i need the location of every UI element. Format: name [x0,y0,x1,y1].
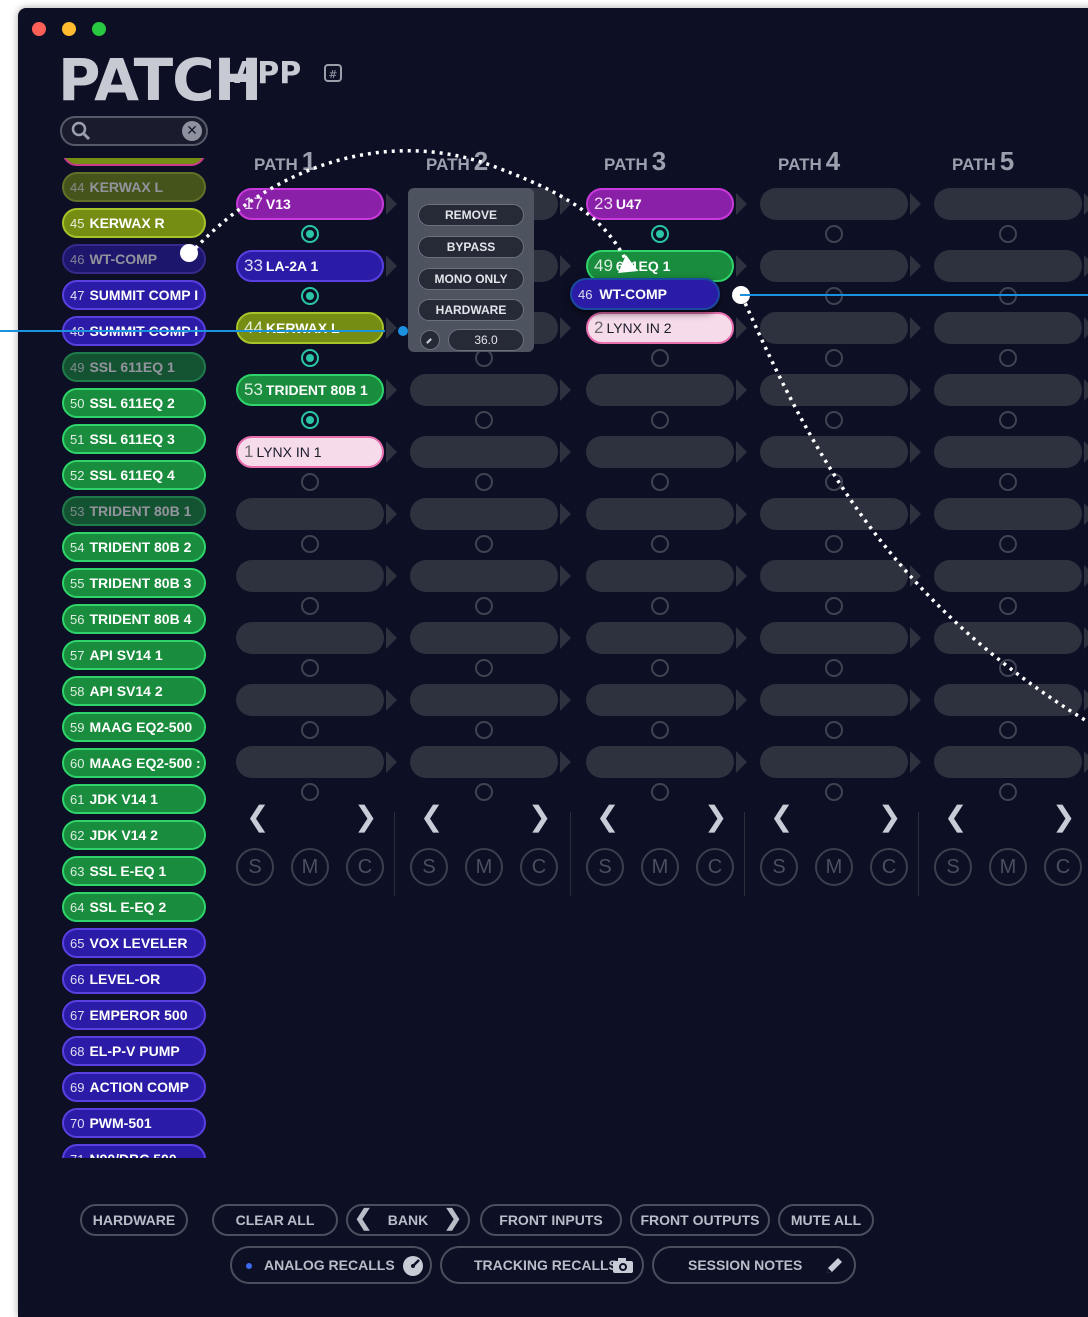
connection-line-right [740,294,1088,296]
connection-dot [398,326,408,336]
drag-path-overlay [188,149,1088,724]
app-window: PATCH APP # ✕ 44 KERWAX L 45 KERWAX R 46 WT-C… [18,8,1088,1317]
drag-start-dot [180,244,198,262]
drag-arrow-head [618,255,638,273]
drag-path-curve-2 [740,295,1088,724]
connection-line-left [0,330,385,332]
drag-path-curve-1 [188,149,632,269]
